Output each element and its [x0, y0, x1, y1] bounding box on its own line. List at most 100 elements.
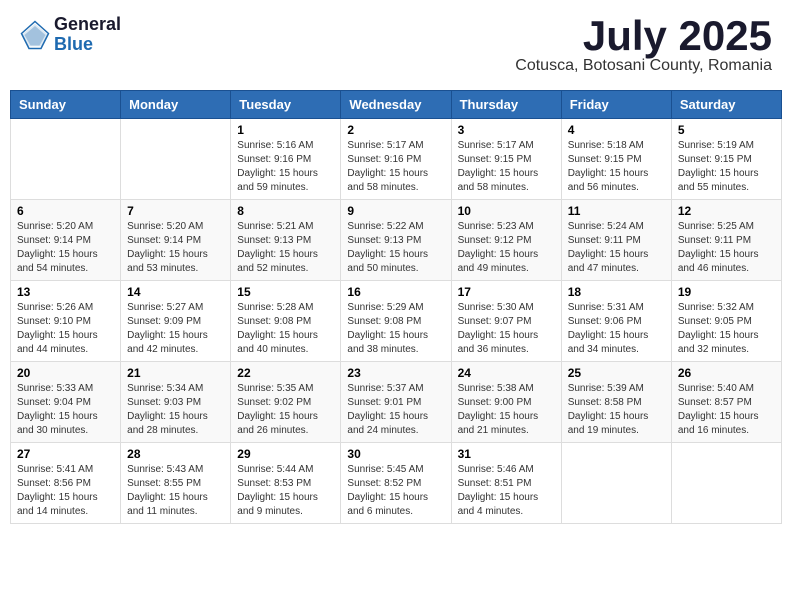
- weekday-header-monday: Monday: [121, 91, 231, 119]
- day-info: Sunrise: 5:23 AM Sunset: 9:12 PM Dayligh…: [458, 220, 555, 276]
- calendar-cell: [561, 443, 671, 524]
- day-info: Sunrise: 5:30 AM Sunset: 9:07 PM Dayligh…: [458, 301, 555, 357]
- logo: General Blue: [20, 15, 121, 55]
- day-number: 30: [347, 447, 444, 461]
- day-info: Sunrise: 5:38 AM Sunset: 9:00 PM Dayligh…: [458, 382, 555, 438]
- day-info: Sunrise: 5:31 AM Sunset: 9:06 PM Dayligh…: [568, 301, 665, 357]
- calendar-cell: 21 Sunrise: 5:34 AM Sunset: 9:03 PM Dayli…: [121, 362, 231, 443]
- day-number: 28: [127, 447, 224, 461]
- calendar-cell: 18 Sunrise: 5:31 AM Sunset: 9:06 PM Dayli…: [561, 281, 671, 362]
- day-number: 25: [568, 366, 665, 380]
- day-info: Sunrise: 5:25 AM Sunset: 9:11 PM Dayligh…: [678, 220, 775, 276]
- day-info: Sunrise: 5:46 AM Sunset: 8:51 PM Dayligh…: [458, 463, 555, 519]
- day-info: Sunrise: 5:28 AM Sunset: 9:08 PM Dayligh…: [237, 301, 334, 357]
- day-info: Sunrise: 5:37 AM Sunset: 9:01 PM Dayligh…: [347, 382, 444, 438]
- calendar-cell: 25 Sunrise: 5:39 AM Sunset: 8:58 PM Dayli…: [561, 362, 671, 443]
- location-subtitle: Cotusca, Botosani County, Romania: [515, 57, 772, 75]
- calendar-cell: 20 Sunrise: 5:33 AM Sunset: 9:04 PM Dayli…: [11, 362, 121, 443]
- calendar-cell: 2 Sunrise: 5:17 AM Sunset: 9:16 PM Daylig…: [341, 119, 451, 200]
- calendar-cell: 1Sunrise: 5:16 AM Sunset: 9:16 PM Daylig…: [231, 119, 341, 200]
- day-number: 16: [347, 285, 444, 299]
- day-info: Sunrise: 5:20 AM Sunset: 9:14 PM Dayligh…: [127, 220, 224, 276]
- day-number: 18: [568, 285, 665, 299]
- logo-text: General Blue: [54, 15, 121, 55]
- day-info: Sunrise: 5:27 AM Sunset: 9:09 PM Dayligh…: [127, 301, 224, 357]
- calendar-cell: 3Sunrise: 5:17 AM Sunset: 9:15 PM Daylig…: [451, 119, 561, 200]
- calendar-cell: 5Sunrise: 5:19 AM Sunset: 9:15 PM Daylig…: [671, 119, 781, 200]
- day-number: 4: [568, 123, 665, 137]
- day-number: 3: [458, 123, 555, 137]
- calendar-cell: 23 Sunrise: 5:37 AM Sunset: 9:01 PM Dayli…: [341, 362, 451, 443]
- calendar-cell: 15 Sunrise: 5:28 AM Sunset: 9:08 PM Dayli…: [231, 281, 341, 362]
- calendar-cell: 14 Sunrise: 5:27 AM Sunset: 9:09 PM Dayli…: [121, 281, 231, 362]
- calendar-cell: 8Sunrise: 5:21 AM Sunset: 9:13 PM Daylig…: [231, 200, 341, 281]
- day-info: Sunrise: 5:45 AM Sunset: 8:52 PM Dayligh…: [347, 463, 444, 519]
- calendar-week-2: 6 Sunrise: 5:20 AM Sunset: 9:14 PM Daylig…: [11, 200, 782, 281]
- day-info: Sunrise: 5:18 AM Sunset: 9:15 PM Dayligh…: [568, 139, 665, 195]
- day-number: 31: [458, 447, 555, 461]
- title-area: July 2025 Cotusca, Botosani County, Roma…: [515, 15, 772, 75]
- day-number: 22: [237, 366, 334, 380]
- day-number: 1: [237, 123, 334, 137]
- calendar-cell: 29Sunrise: 5:44 AM Sunset: 8:53 PM Dayli…: [231, 443, 341, 524]
- weekday-header-row: SundayMondayTuesdayWednesdayThursdayFrid…: [11, 91, 782, 119]
- day-number: 23: [347, 366, 444, 380]
- logo-blue: Blue: [54, 35, 121, 55]
- day-info: Sunrise: 5:26 AM Sunset: 9:10 PM Dayligh…: [17, 301, 114, 357]
- calendar-cell: 12 Sunrise: 5:25 AM Sunset: 9:11 PM Dayli…: [671, 200, 781, 281]
- day-number: 10: [458, 204, 555, 218]
- weekday-header-friday: Friday: [561, 91, 671, 119]
- calendar-week-5: 27Sunrise: 5:41 AM Sunset: 8:56 PM Dayli…: [11, 443, 782, 524]
- calendar-cell: 4 Sunrise: 5:18 AM Sunset: 9:15 PM Daylig…: [561, 119, 671, 200]
- calendar-cell: [11, 119, 121, 200]
- calendar-cell: 7 Sunrise: 5:20 AM Sunset: 9:14 PM Daylig…: [121, 200, 231, 281]
- calendar-cell: 31 Sunrise: 5:46 AM Sunset: 8:51 PM Dayli…: [451, 443, 561, 524]
- calendar-cell: 16 Sunrise: 5:29 AM Sunset: 9:08 PM Dayli…: [341, 281, 451, 362]
- day-number: 15: [237, 285, 334, 299]
- day-number: 17: [458, 285, 555, 299]
- day-number: 8: [237, 204, 334, 218]
- day-number: 19: [678, 285, 775, 299]
- day-info: Sunrise: 5:34 AM Sunset: 9:03 PM Dayligh…: [127, 382, 224, 438]
- day-info: Sunrise: 5:43 AM Sunset: 8:55 PM Dayligh…: [127, 463, 224, 519]
- day-number: 12: [678, 204, 775, 218]
- weekday-header-tuesday: Tuesday: [231, 91, 341, 119]
- calendar-cell: 19 Sunrise: 5:32 AM Sunset: 9:05 PM Dayli…: [671, 281, 781, 362]
- calendar-cell: 9 Sunrise: 5:22 AM Sunset: 9:13 PM Daylig…: [341, 200, 451, 281]
- calendar-cell: 22 Sunrise: 5:35 AM Sunset: 9:02 PM Dayli…: [231, 362, 341, 443]
- calendar-cell: [121, 119, 231, 200]
- calendar-cell: 30 Sunrise: 5:45 AM Sunset: 8:52 PM Dayli…: [341, 443, 451, 524]
- day-info: Sunrise: 5:35 AM Sunset: 9:02 PM Dayligh…: [237, 382, 334, 438]
- day-info: Sunrise: 5:39 AM Sunset: 8:58 PM Dayligh…: [568, 382, 665, 438]
- day-number: 21: [127, 366, 224, 380]
- day-number: 14: [127, 285, 224, 299]
- weekday-header-thursday: Thursday: [451, 91, 561, 119]
- day-number: 6: [17, 204, 114, 218]
- day-number: 7: [127, 204, 224, 218]
- day-number: 9: [347, 204, 444, 218]
- weekday-header-wednesday: Wednesday: [341, 91, 451, 119]
- calendar-cell: 27Sunrise: 5:41 AM Sunset: 8:56 PM Dayli…: [11, 443, 121, 524]
- calendar-cell: 13Sunrise: 5:26 AM Sunset: 9:10 PM Dayli…: [11, 281, 121, 362]
- month-year-title: July 2025: [515, 15, 772, 57]
- day-info: Sunrise: 5:17 AM Sunset: 9:16 PM Dayligh…: [347, 139, 444, 195]
- day-info: Sunrise: 5:33 AM Sunset: 9:04 PM Dayligh…: [17, 382, 114, 438]
- day-info: Sunrise: 5:29 AM Sunset: 9:08 PM Dayligh…: [347, 301, 444, 357]
- day-info: Sunrise: 5:44 AM Sunset: 8:53 PM Dayligh…: [237, 463, 334, 519]
- day-number: 24: [458, 366, 555, 380]
- day-number: 20: [17, 366, 114, 380]
- calendar-cell: 24 Sunrise: 5:38 AM Sunset: 9:00 PM Dayli…: [451, 362, 561, 443]
- day-number: 5: [678, 123, 775, 137]
- day-number: 11: [568, 204, 665, 218]
- logo-icon: [20, 20, 50, 50]
- calendar-cell: 11Sunrise: 5:24 AM Sunset: 9:11 PM Dayli…: [561, 200, 671, 281]
- page-header: General Blue July 2025 Cotusca, Botosani…: [10, 10, 782, 80]
- day-number: 2: [347, 123, 444, 137]
- day-info: Sunrise: 5:32 AM Sunset: 9:05 PM Dayligh…: [678, 301, 775, 357]
- day-info: Sunrise: 5:22 AM Sunset: 9:13 PM Dayligh…: [347, 220, 444, 276]
- calendar-table: SundayMondayTuesdayWednesdayThursdayFrid…: [10, 90, 782, 524]
- calendar-cell: 28 Sunrise: 5:43 AM Sunset: 8:55 PM Dayli…: [121, 443, 231, 524]
- calendar-cell: 6Sunrise: 5:20 AM Sunset: 9:14 PM Daylig…: [11, 200, 121, 281]
- calendar-week-3: 13Sunrise: 5:26 AM Sunset: 9:10 PM Dayli…: [11, 281, 782, 362]
- calendar-cell: 10 Sunrise: 5:23 AM Sunset: 9:12 PM Dayli…: [451, 200, 561, 281]
